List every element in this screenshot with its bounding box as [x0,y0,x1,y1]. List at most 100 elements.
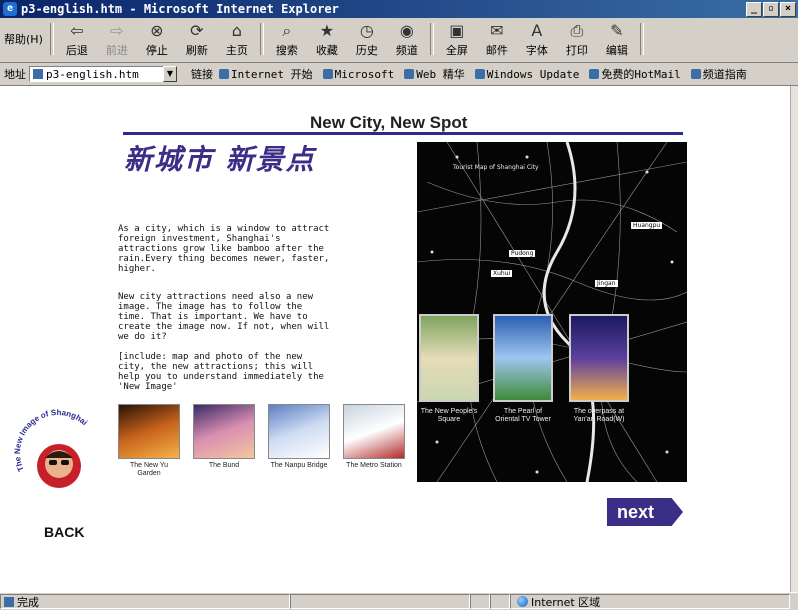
map-photo[interactable] [569,314,629,402]
map-photo-caption: The New People's Square [420,408,478,423]
link-label: 频道指南 [702,68,747,81]
thumbnail-caption: The Metro Station [346,462,402,469]
fullscreen-icon: ▣ [449,21,465,40]
chinese-heading: 新城市 新景点 [124,143,316,176]
toolbar-button-history[interactable]: ◷ 历史 [347,18,387,60]
link-label: 免费的HotMail [601,68,681,81]
toolbar-button-label: 刷新 [185,44,208,57]
title-divider [123,132,683,135]
thumbnail-caption: The Nanpu Bridge [270,462,328,469]
help-menu[interactable]: 帮助(H) [0,26,47,52]
attraction-thumbnails: The New Yu Garden The Bund The Nanpu Bridg… [118,404,405,478]
toolbar-button-stop[interactable]: ⊗ 停止 [137,18,177,60]
toolbar-separator [49,23,54,55]
map-photo[interactable] [419,314,479,402]
minimize-button[interactable]: _ [746,2,762,17]
link-item[interactable]: 免费的HotMail [589,66,681,82]
toolbar-button-label: 停止 [145,44,168,57]
edit-icon: ✎ [610,21,624,40]
toolbar-button-search[interactable]: ⌕ 搜索 [267,18,307,60]
toolbar-button-favorites[interactable]: ★ 收藏 [307,18,347,60]
toolbar-button-label: 历史 [355,44,378,57]
browser-toolbar: 帮助(H) ⇦ 后退 ⇨ 前进 ⊗ 停止 ⟳ 刷新 ⌂ 主页 ⌕ 搜索 ★ 收藏 ◷ 历史 ◉ 频道 ▣ 全屏 ✉ 邮件 A… [0,18,798,63]
city-map: Tourist Map of Shanghai City Pudong Huan… [417,142,687,482]
status-done: 完成 [0,594,290,609]
window-titlebar: e p3-english.htm - Microsoft Internet Ex… [0,0,798,18]
attraction-thumbnail[interactable]: The New Yu Garden [118,404,180,478]
toolbar-separator [639,23,644,55]
links-label: 链接 [191,68,213,81]
toolbar-button-label: 搜索 [275,44,298,57]
toolbar-button-print[interactable]: ⎙ 打印 [557,18,597,60]
link-page-icon [322,69,333,79]
attraction-thumbnail[interactable]: The Metro Station [343,404,405,478]
address-label: 地址 [4,68,26,81]
vertical-scrollbar[interactable] [790,86,798,592]
toolbar-button-label: 打印 [565,44,588,57]
link-page-icon [404,69,415,79]
maximize-button[interactable]: ▫ [763,2,779,17]
link-item[interactable]: Internet 开始 [219,66,313,82]
toolbar-button-font[interactable]: A 字体 [517,18,557,60]
attraction-thumbnail[interactable]: The Bund [193,404,255,478]
link-item[interactable]: Web 精华 [404,66,465,82]
thumbnail-caption: The Bund [208,462,240,469]
image-paragraph: New city attractions need also a new ima… [118,292,330,342]
page-viewport: New City, New Spot 新城市 新景点 As a city, wh… [0,86,790,592]
link-item[interactable]: Microsoft [322,66,394,82]
map-header: Tourist Map of Shanghai City [453,164,539,171]
address-input[interactable]: p3-english.htm [29,66,177,82]
toolbar-button-label: 频道 [395,44,418,57]
toolbar-separator [259,23,264,55]
toolbar-button-channels[interactable]: ◉ 频道 [387,18,427,60]
window-controls: _ ▫ × [746,2,796,17]
status-panel [490,594,510,609]
link-page-icon [219,69,229,79]
toolbar-button-home[interactable]: ⌂ 主页 [217,18,257,60]
next-button[interactable]: next [607,498,683,526]
back-arrow-icon: ⇦ [70,21,84,40]
link-page-icon [589,69,600,79]
back-button[interactable]: BACK [44,524,84,540]
attraction-thumbnail[interactable]: The Nanpu Bridge [268,404,330,478]
thumbnail-photo [193,404,255,459]
map-label: Jingan [595,280,618,287]
thumbnail-photo [118,404,180,459]
link-label: Internet 开始 [231,68,313,81]
toolbar-button-mail[interactable]: ✉ 邮件 [477,18,517,60]
links-list: Internet 开始 Microsoft Web 精华 Windows Update… [219,66,757,82]
toolbar-button-edit[interactable]: ✎ 编辑 [597,18,637,60]
toolbar-button-refresh[interactable]: ⟳ 刷新 [177,18,217,60]
refresh-icon: ⟳ [190,21,204,40]
map-photo-caption: The overpass at Yan'an Road(W) [573,408,625,423]
link-item[interactable]: Windows Update [474,66,579,82]
toolbar-button-fullscreen[interactable]: ▣ 全屏 [437,18,477,60]
font-icon: A [531,21,543,40]
zone-text: Internet 区域 [531,595,601,609]
toolbar-button-label: 全屏 [445,44,468,57]
address-value: p3-english.htm [46,67,139,81]
close-button[interactable]: × [780,2,796,17]
toolbar-button-forward-arrow[interactable]: ⇨ 前进 [97,18,137,60]
toolbar-button-label: 前进 [105,44,128,57]
page-icon [33,69,43,79]
intro-paragraph: As a city, which is a window to attract … [118,224,330,274]
stop-icon: ⊗ [150,21,164,40]
link-page-icon [690,69,701,79]
toolbar-button-label: 主页 [225,44,248,57]
status-panel [290,594,470,609]
status-panel [470,594,490,609]
toolbar-button-label: 后退 [65,44,88,57]
map-photo[interactable] [493,314,553,402]
toolbar-button-back-arrow[interactable]: ⇦ 后退 [57,18,97,60]
thumbnail-photo [343,404,405,459]
link-item[interactable]: 频道指南 [690,66,747,82]
link-label: Web 精华 [416,68,465,81]
page-icon [4,596,14,607]
map-photo-caption: The Pearl of Oriental TV Tower [495,408,551,423]
address-dropdown-button[interactable]: ▼ [163,66,177,82]
ie-logo-icon: e [3,2,17,16]
thumbnail-photo [268,404,330,459]
new-image-logo[interactable]: The New Image of Shanghai [14,408,104,498]
thumbnail-caption: The New Yu Garden [129,462,168,477]
